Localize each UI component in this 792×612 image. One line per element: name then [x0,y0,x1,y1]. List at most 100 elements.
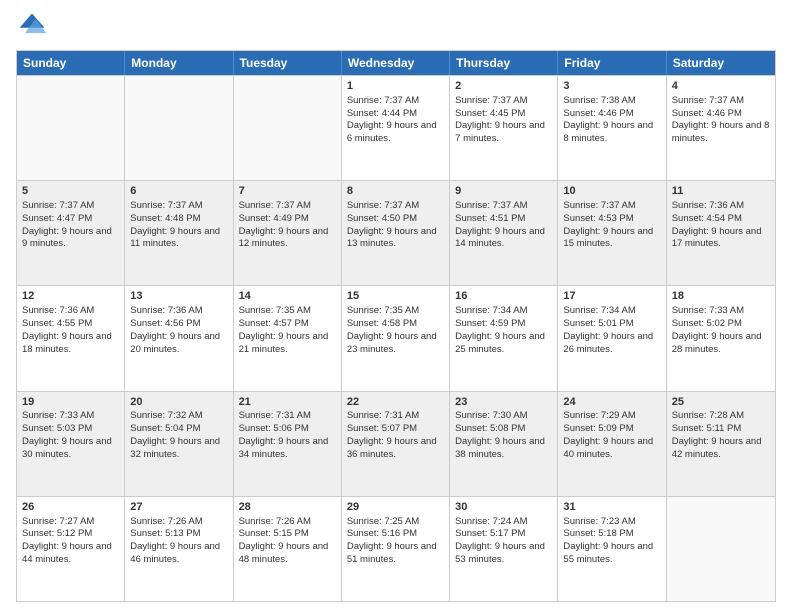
sunset-text: Sunset: 4:45 PM [455,108,552,121]
daylight-text: Daylight: 9 hours and 42 minutes. [672,436,770,462]
daylight-text: Daylight: 9 hours and 23 minutes. [347,331,444,357]
calendar-body: 1 Sunrise: 7:37 AM Sunset: 4:44 PM Daylight… [17,75,775,601]
sunrise-text: Sunrise: 7:37 AM [455,95,552,108]
daylight-text: Daylight: 9 hours and 40 minutes. [563,436,660,462]
sunset-text: Sunset: 5:13 PM [130,528,227,541]
sunrise-text: Sunrise: 7:37 AM [347,200,444,213]
day-number: 16 [455,289,552,304]
calendar-cell: 25Sunrise: 7:28 AMSunset: 5:11 PMDayligh… [667,392,775,496]
calendar-cell: 8Sunrise: 7:37 AMSunset: 4:50 PMDaylight… [342,181,450,285]
calendar-cell [125,76,233,180]
sunset-text: Sunset: 5:07 PM [347,423,444,436]
sunrise-text: Sunrise: 7:37 AM [455,200,552,213]
sunset-text: Sunset: 5:01 PM [563,318,660,331]
sunset-text: Sunset: 4:56 PM [130,318,227,331]
sunrise-text: Sunrise: 7:37 AM [22,200,119,213]
day-number: 1 [347,79,444,94]
daylight-text: Daylight: 9 hours and 8 minutes. [563,120,660,146]
day-number: 19 [22,395,119,410]
sunrise-text: Sunrise: 7:29 AM [563,410,660,423]
sunrise-text: Sunrise: 7:25 AM [347,516,444,529]
sunrise-text: Sunrise: 7:37 AM [239,200,336,213]
sunset-text: Sunset: 5:06 PM [239,423,336,436]
calendar-cell: 26Sunrise: 7:27 AMSunset: 5:12 PMDayligh… [17,497,125,601]
sunrise-text: Sunrise: 7:35 AM [347,305,444,318]
sunrise-text: Sunrise: 7:31 AM [239,410,336,423]
calendar-cell [17,76,125,180]
sunset-text: Sunset: 5:02 PM [672,318,770,331]
daylight-text: Daylight: 9 hours and 14 minutes. [455,226,552,252]
daylight-text: Daylight: 9 hours and 32 minutes. [130,436,227,462]
sunset-text: Sunset: 5:09 PM [563,423,660,436]
day-number: 2 [455,79,552,94]
daylight-text: Daylight: 9 hours and 25 minutes. [455,331,552,357]
daylight-text: Daylight: 9 hours and 51 minutes. [347,541,444,567]
day-number: 15 [347,289,444,304]
calendar-cell: 22Sunrise: 7:31 AMSunset: 5:07 PMDayligh… [342,392,450,496]
calendar-row: 1 Sunrise: 7:37 AM Sunset: 4:44 PM Daylight… [17,75,775,180]
day-number: 26 [22,500,119,515]
calendar-cell: 29Sunrise: 7:25 AMSunset: 5:16 PMDayligh… [342,497,450,601]
day-number: 5 [22,184,119,199]
sunrise-text: Sunrise: 7:27 AM [22,516,119,529]
calendar-cell: 15Sunrise: 7:35 AMSunset: 4:58 PMDayligh… [342,286,450,390]
daylight-text: Daylight: 9 hours and 55 minutes. [563,541,660,567]
daylight-text: Daylight: 9 hours and 20 minutes. [130,331,227,357]
sunrise-text: Sunrise: 7:26 AM [130,516,227,529]
daylight-text: Daylight: 9 hours and 30 minutes. [22,436,119,462]
day-header-thursday: Thursday [450,51,558,75]
sunrise-text: Sunrise: 7:36 AM [130,305,227,318]
calendar-cell: 16Sunrise: 7:34 AMSunset: 4:59 PMDayligh… [450,286,558,390]
calendar-cell: 17Sunrise: 7:34 AMSunset: 5:01 PMDayligh… [558,286,666,390]
day-number: 18 [672,289,770,304]
sunrise-text: Sunrise: 7:37 AM [130,200,227,213]
daylight-text: Daylight: 9 hours and 38 minutes. [455,436,552,462]
day-number: 14 [239,289,336,304]
daylight-text: Daylight: 9 hours and 7 minutes. [455,120,552,146]
sunset-text: Sunset: 4:51 PM [455,213,552,226]
sunrise-text: Sunrise: 7:33 AM [22,410,119,423]
calendar-row: 19Sunrise: 7:33 AMSunset: 5:03 PMDayligh… [17,391,775,496]
day-number: 29 [347,500,444,515]
sunset-text: Sunset: 4:50 PM [347,213,444,226]
calendar-cell: 28Sunrise: 7:26 AMSunset: 5:15 PMDayligh… [234,497,342,601]
day-number: 21 [239,395,336,410]
sunset-text: Sunset: 4:53 PM [563,213,660,226]
day-number: 7 [239,184,336,199]
calendar-row: 26Sunrise: 7:27 AMSunset: 5:12 PMDayligh… [17,496,775,601]
sunrise-text: Sunrise: 7:36 AM [672,200,770,213]
logo-icon [16,10,48,42]
calendar-cell: 31Sunrise: 7:23 AMSunset: 5:18 PMDayligh… [558,497,666,601]
calendar: SundayMondayTuesdayWednesdayThursdayFrid… [16,50,776,602]
sunrise-text: Sunrise: 7:24 AM [455,516,552,529]
day-number: 17 [563,289,660,304]
sunset-text: Sunset: 4:46 PM [672,108,770,121]
day-number: 13 [130,289,227,304]
day-number: 11 [672,184,770,199]
sunset-text: Sunset: 4:47 PM [22,213,119,226]
day-number: 6 [130,184,227,199]
day-header-saturday: Saturday [667,51,775,75]
day-number: 3 [563,79,660,94]
sunset-text: Sunset: 4:44 PM [347,108,444,121]
sunrise-text: Sunrise: 7:38 AM [563,95,660,108]
daylight-text: Daylight: 9 hours and 21 minutes. [239,331,336,357]
day-number: 10 [563,184,660,199]
sunrise-text: Sunrise: 7:31 AM [347,410,444,423]
day-header-wednesday: Wednesday [342,51,450,75]
day-header-tuesday: Tuesday [234,51,342,75]
daylight-text: Daylight: 9 hours and 46 minutes. [130,541,227,567]
day-number: 4 [672,79,770,94]
calendar-cell: 10Sunrise: 7:37 AMSunset: 4:53 PMDayligh… [558,181,666,285]
day-header-friday: Friday [558,51,666,75]
calendar-cell: 9Sunrise: 7:37 AMSunset: 4:51 PMDaylight… [450,181,558,285]
daylight-text: Daylight: 9 hours and 34 minutes. [239,436,336,462]
sunrise-text: Sunrise: 7:26 AM [239,516,336,529]
calendar-cell: 5Sunrise: 7:37 AMSunset: 4:47 PMDaylight… [17,181,125,285]
daylight-text: Daylight: 9 hours and 17 minutes. [672,226,770,252]
day-number: 9 [455,184,552,199]
sunset-text: Sunset: 5:08 PM [455,423,552,436]
sunset-text: Sunset: 4:49 PM [239,213,336,226]
calendar-cell: 12Sunrise: 7:36 AMSunset: 4:55 PMDayligh… [17,286,125,390]
sunset-text: Sunset: 4:54 PM [672,213,770,226]
